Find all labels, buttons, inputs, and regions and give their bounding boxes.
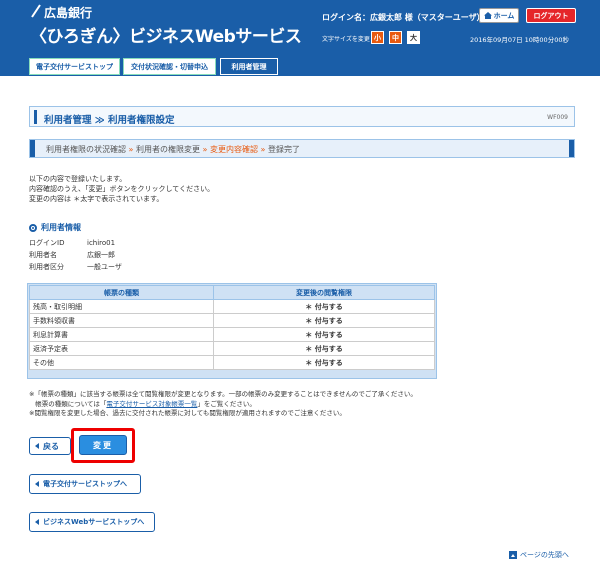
steps-text: 利用者権限の状況確認 » 利用者の権限変更 » 変更内容確認 » 登録完了 [46, 144, 300, 155]
business-web-top-label: ビジネスWebサービストップへ [43, 518, 145, 526]
page-top-link[interactable]: ページの先頭へ [509, 550, 569, 560]
title-accent [34, 110, 37, 124]
fontsize-mid-button[interactable]: 中 [389, 31, 402, 44]
home-icon [483, 12, 492, 19]
step-separator: » [199, 145, 210, 154]
permission-cell: ＊ 付与する [213, 299, 435, 314]
info-value: ichiro01 [87, 239, 116, 247]
notes: ※「帳票の種類」に該当する帳票は全て閲覧権限が変更となります。一部の帳票のみ変更… [29, 390, 417, 419]
note-line-2: 帳票の種類については「電子交付サービス対象帳票一覧」をご覧ください。 [29, 400, 417, 410]
e-delivery-top-label: 電子交付サービストップへ [43, 480, 127, 488]
steps-right-marker [569, 140, 574, 157]
note-line-3: ※閲覧権限を変更した場合、過去に交付された帳票に対しても閲覧権限が適用されますの… [29, 409, 346, 417]
step-1: 利用者権限の状況確認 [46, 145, 126, 154]
instructions: 以下の内容で登録いたします。 内容確認のうえ、「変更」ボタンをクリックしてくださ… [29, 174, 214, 204]
step-3-current: 変更内容確認 [209, 145, 258, 154]
table-header-row: 帳票の種類 変更後の閲覧権限 [29, 285, 435, 300]
permission-cell: ＊ 付与する [213, 327, 435, 342]
screen-id: WF009 [547, 114, 568, 121]
table-row: 残高・取引明細＊ 付与する [29, 299, 435, 314]
page-top-label: ページの先頭へ [520, 551, 569, 559]
permission-cell: ＊ 付与する [213, 355, 435, 370]
info-row-user-name: 利用者名 広銀一郎 [29, 250, 115, 260]
info-label: 利用者名 [29, 251, 57, 259]
tab-delivery-status[interactable]: 交付状況確認・切替申込 [123, 58, 216, 75]
arrow-up-icon [509, 551, 517, 559]
table-row: その他＊ 付与する [29, 355, 435, 370]
bullet-icon [29, 223, 37, 232]
user-info-heading-label: 利用者情報 [41, 223, 81, 232]
arrow-left-icon [35, 519, 39, 525]
doc-type-cell: 利息計算書 [29, 327, 214, 342]
info-value: 広銀一郎 [87, 251, 115, 259]
permission-table: 帳票の種類 変更後の閲覧権限 残高・取引明細＊ 付与する 手数料領収書＊ 付与す… [29, 285, 435, 370]
page-title-bar: 利用者管理 ≫ 利用者権限設定 WF009 [29, 106, 575, 127]
home-button-label: ホーム [493, 11, 515, 20]
step-4: 登録完了 [267, 145, 300, 154]
step-separator: » [257, 145, 268, 154]
step-2: 利用者の権限変更 [135, 145, 200, 154]
step-separator: » [126, 145, 136, 154]
bank-name: 広島銀行 [44, 6, 93, 20]
progress-steps: 利用者権限の状況確認 » 利用者の権限変更 » 変更内容確認 » 登録完了 [29, 139, 575, 158]
service-name: 〈ひろぎん〉ビジネスWebサービス [30, 27, 302, 47]
arrow-left-icon [35, 481, 39, 487]
note-line-1: ※「帳票の種類」に該当する帳票は全て閲覧権限が変更となります。一部の帳票のみ変更… [29, 390, 417, 398]
table-row: 手数料領収書＊ 付与する [29, 313, 435, 328]
tab-user-management[interactable]: 利用者管理 [220, 58, 278, 75]
note-text: 」をご覧ください。 [197, 399, 256, 408]
doc-type-cell: 残高・取引明細 [29, 299, 214, 314]
col-header-permission: 変更後の閲覧権限 [213, 285, 435, 300]
back-button-label: 戻る [43, 441, 59, 451]
back-button[interactable]: 戻る [29, 437, 71, 455]
login-info: ログイン名：広銀太郎 様（マスターユーザ） [322, 13, 485, 22]
instruction-line: 変更の内容は ＊太字で表示されています。 [29, 195, 164, 203]
permission-cell: ＊ 付与する [213, 341, 435, 356]
e-delivery-top-button[interactable]: 電子交付サービストップへ [29, 474, 141, 494]
steps-left-marker [30, 140, 35, 157]
doc-type-cell: 手数料領収書 [29, 313, 214, 328]
change-button[interactable]: 変更 [79, 435, 127, 455]
fontsize-large-button[interactable]: 大 [407, 31, 420, 44]
instruction-line: 以下の内容で登録いたします。 [29, 175, 127, 183]
info-value: 一般ユーザ [87, 263, 122, 271]
datetime: 2016年09月07日 10時00分00秒 [470, 36, 569, 44]
col-header-doc-type: 帳票の種類 [29, 285, 214, 300]
business-web-top-button[interactable]: ビジネスWebサービストップへ [29, 512, 155, 532]
info-row-user-type: 利用者区分 一般ユーザ [29, 262, 122, 272]
info-row-login-id: ログインID ichiro01 [29, 238, 115, 248]
user-info-heading: 利用者情報 [29, 222, 81, 233]
note-text: 帳票の種類については「 [35, 399, 107, 408]
info-label: ログインID [29, 239, 65, 247]
doc-list-link[interactable]: 電子交付サービス対象帳票一覧 [106, 400, 197, 408]
fontsize-small-button[interactable]: 小 [371, 31, 384, 44]
doc-type-cell: 返済予定表 [29, 341, 214, 356]
fontsize-label: 文字サイズを変更 [322, 36, 370, 43]
table-row: 返済予定表＊ 付与する [29, 341, 435, 356]
logout-button[interactable]: ログアウト [526, 8, 576, 23]
tab-e-delivery-top[interactable]: 電子交付サービストップ [29, 58, 120, 75]
doc-type-cell: その他 [29, 355, 214, 370]
permission-cell: ＊ 付与する [213, 313, 435, 328]
table-row: 利息計算書＊ 付与する [29, 327, 435, 342]
home-button[interactable]: ホーム [479, 8, 519, 23]
bank-logo-icon [31, 4, 41, 18]
instruction-line: 内容確認のうえ、「変更」ボタンをクリックしてください。 [29, 185, 215, 193]
page-title: 利用者管理 ≫ 利用者権限設定 [44, 115, 175, 126]
info-label: 利用者区分 [29, 263, 64, 271]
arrow-left-icon [35, 443, 39, 449]
